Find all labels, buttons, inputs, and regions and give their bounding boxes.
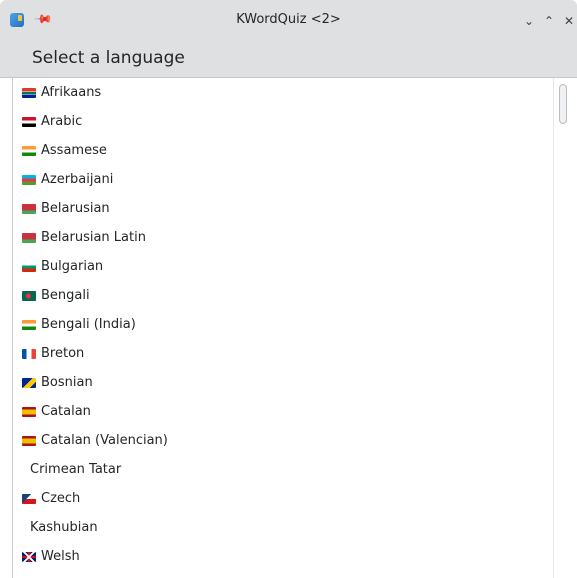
es-flag-icon xyxy=(22,435,36,446)
bg-flag-icon xyxy=(22,261,36,272)
list-item[interactable]: Catalan (Valencian) xyxy=(13,426,553,455)
list-item[interactable]: Bengali (India) xyxy=(13,310,553,339)
language-label: Catalan (Valencian) xyxy=(41,433,168,448)
language-label: Bulgarian xyxy=(41,259,104,274)
in-flag-icon xyxy=(22,319,36,330)
list-item[interactable]: Bengali xyxy=(13,281,553,310)
by-flag-icon xyxy=(22,232,36,243)
vertical-scrollbar[interactable] xyxy=(553,78,577,578)
language-label: Afrikaans xyxy=(41,85,102,100)
list-item[interactable]: Catalan xyxy=(13,397,553,426)
language-label: Azerbaijani xyxy=(41,172,114,187)
language-label: Bengali (India) xyxy=(41,317,136,332)
list-item[interactable]: Kashubian xyxy=(13,513,553,542)
ba-flag-icon xyxy=(22,377,36,388)
language-label: Czech xyxy=(41,491,81,506)
close-button[interactable]: ✕ xyxy=(560,12,577,30)
cz-flag-icon xyxy=(22,493,36,504)
in-flag-icon xyxy=(22,145,36,156)
list-item[interactable]: Arabic xyxy=(13,107,553,136)
list-item[interactable]: Crimean Tatar xyxy=(13,455,553,484)
az-flag-icon xyxy=(22,174,36,185)
title-bar[interactable]: 📌 KWordQuiz <2> ⌄ ⌃ ✕ xyxy=(0,0,577,42)
fr-flag-icon xyxy=(22,348,36,359)
list-item[interactable]: Welsh xyxy=(13,542,553,571)
window-title: KWordQuiz <2> xyxy=(236,12,341,27)
minimize-button[interactable]: ⌄ xyxy=(520,12,538,30)
gb-flag-icon xyxy=(22,551,36,562)
language-label: Bengali xyxy=(41,288,90,303)
list-item[interactable]: Afrikaans xyxy=(13,78,553,107)
list-item[interactable]: Azerbaijani xyxy=(13,165,553,194)
language-label: Breton xyxy=(41,346,85,361)
page-title: Select a language xyxy=(32,48,185,68)
bd-flag-icon xyxy=(22,290,36,301)
language-label: Crimean Tatar xyxy=(30,462,122,477)
language-label: Assamese xyxy=(41,143,107,158)
dialog-header: Select a language xyxy=(0,42,577,78)
list-item[interactable]: Belarusian xyxy=(13,194,553,223)
list-item[interactable]: Czech xyxy=(13,484,553,513)
list-item[interactable]: Bulgarian xyxy=(13,252,553,281)
language-label: Catalan xyxy=(41,404,91,419)
language-label: Welsh xyxy=(41,549,80,564)
es-flag-icon xyxy=(22,406,36,417)
language-label: Kashubian xyxy=(30,520,98,535)
by-flag-icon xyxy=(22,203,36,214)
language-label: Arabic xyxy=(41,114,83,129)
language-list[interactable]: Afrikaans Arabic Assamese Azerbaijani Belaru… xyxy=(12,78,566,578)
language-label: Belarusian Latin xyxy=(41,230,146,245)
language-label: Bosnian xyxy=(41,375,93,390)
list-item[interactable]: Belarusian Latin xyxy=(13,223,553,252)
list-item[interactable]: Assamese xyxy=(13,136,553,165)
scrollbar-thumb[interactable] xyxy=(559,84,567,124)
list-item[interactable]: Bosnian xyxy=(13,368,553,397)
app-window: 📌 KWordQuiz <2> ⌄ ⌃ ✕ Select a language … xyxy=(0,0,577,578)
eg-flag-icon xyxy=(22,116,36,127)
za-flag-icon xyxy=(22,87,36,98)
language-label: Belarusian xyxy=(41,201,110,216)
list-item[interactable]: Breton xyxy=(13,339,553,368)
maximize-button[interactable]: ⌃ xyxy=(540,12,558,30)
